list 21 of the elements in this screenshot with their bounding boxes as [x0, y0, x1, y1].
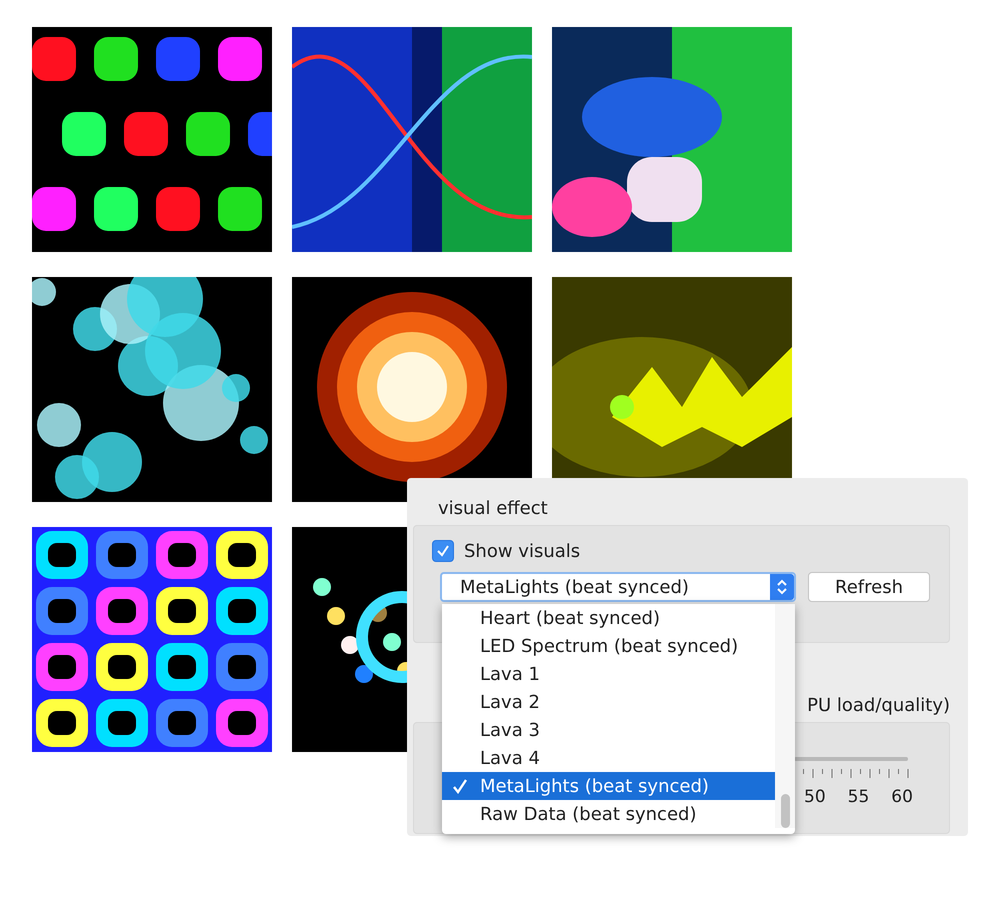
- menu-item[interactable]: Heart (beat synced): [442, 604, 775, 632]
- stepper-icon: [770, 574, 794, 600]
- menu-item[interactable]: Raw Data (beat synced): [442, 800, 775, 828]
- menu-item[interactable]: Lava 1: [442, 660, 775, 688]
- tick-label: 50: [804, 787, 826, 807]
- checkbox-label: Show visuals: [464, 540, 580, 562]
- menu-item[interactable]: Lava 3: [442, 716, 775, 744]
- tick-label: 55: [848, 787, 870, 807]
- menu-item[interactable]: MetaLights (beat synced): [442, 772, 775, 800]
- section-title: visual effect: [438, 498, 549, 519]
- refresh-button[interactable]: Refresh: [808, 572, 930, 602]
- scrollbar-thumb[interactable]: [781, 794, 790, 828]
- checkbox[interactable]: [432, 540, 454, 562]
- menu-item[interactable]: LED Spectrum (beat synced): [442, 632, 775, 660]
- checkmark-icon: [452, 778, 468, 794]
- checkmark-icon: [436, 544, 450, 558]
- menu-item[interactable]: Lava 2: [442, 688, 775, 716]
- menu-item[interactable]: Lava 4: [442, 744, 775, 772]
- effect-select[interactable]: MetaLights (beat synced): [440, 572, 796, 602]
- tick-label: 60: [891, 787, 913, 807]
- frame-rate-label: PU load/quality): [807, 695, 950, 716]
